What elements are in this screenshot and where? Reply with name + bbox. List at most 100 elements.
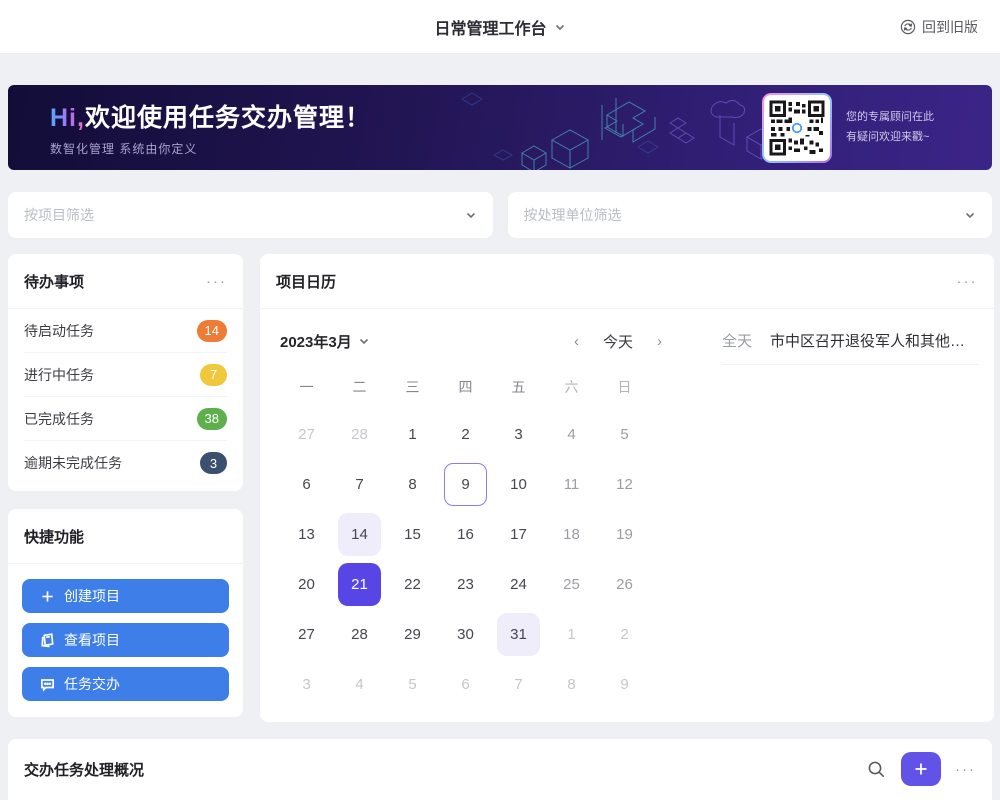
calendar-day-22[interactable]: 22 [386, 559, 439, 609]
add-task-button[interactable] [901, 752, 941, 786]
quick-actions-card: 快捷功能 创建项目查看项目任务交办 [8, 509, 243, 717]
count-badge: 14 [197, 320, 227, 342]
calendar-day-3[interactable]: 3 [280, 659, 333, 709]
month-selector[interactable]: 2023年3月 [280, 331, 370, 352]
calendar-day-25[interactable]: 25 [545, 559, 598, 609]
calendar-day-15[interactable]: 15 [386, 509, 439, 559]
calendar-day-10[interactable]: 10 [492, 459, 545, 509]
day-number: 25 [550, 563, 593, 606]
calendar-day-2[interactable]: 2 [598, 609, 651, 659]
back-to-old-label: 回到旧版 [922, 17, 978, 37]
quick-button-3[interactable]: 任务交办 [22, 667, 229, 701]
calendar-day-27[interactable]: 27 [280, 409, 333, 459]
weekday-header: 四 [439, 365, 492, 409]
today-button[interactable]: 今天 [603, 331, 633, 352]
calendar-day-18[interactable]: 18 [545, 509, 598, 559]
calendar-day-8[interactable]: 8 [386, 459, 439, 509]
calendar-event[interactable]: 全天 市中区召开退役军人和其他优抚... [722, 317, 978, 365]
todo-item-label: 已完成任务 [24, 409, 94, 429]
calendar-day-1[interactable]: 1 [386, 409, 439, 459]
calendar-day-19[interactable]: 19 [598, 509, 651, 559]
project-filter-placeholder: 按项目筛选 [24, 205, 94, 225]
plus-icon [913, 761, 929, 777]
calendar-day-26[interactable]: 26 [598, 559, 651, 609]
calendar-day-5[interactable]: 5 [386, 659, 439, 709]
calendar-day-12[interactable]: 12 [598, 459, 651, 509]
calendar-day-30[interactable]: 30 [439, 609, 492, 659]
calendar-day-6[interactable]: 6 [280, 459, 333, 509]
day-number: 3 [285, 663, 328, 706]
welcome-banner: Hi,欢迎使用任务交办管理！ 数智化管理 系统由你定义 [8, 85, 992, 170]
day-number: 15 [391, 513, 434, 556]
qr-caption: 您的专属顾问在此 有疑问欢迎来戳~ [846, 108, 934, 148]
calendar-day-29[interactable]: 29 [386, 609, 439, 659]
quick-button-1[interactable]: 创建项目 [22, 579, 229, 613]
calendar-day-7[interactable]: 7 [333, 459, 386, 509]
todo-item[interactable]: 进行中任务7 [24, 353, 227, 397]
todo-more-button[interactable]: ··· [206, 274, 227, 289]
count-badge: 38 [197, 408, 227, 430]
todo-item[interactable]: 逾期未完成任务3 [24, 441, 227, 485]
event-title: 市中区召开退役军人和其他优抚... [770, 330, 978, 351]
calendar-day-8[interactable]: 8 [545, 659, 598, 709]
calendar-day-21[interactable]: 21 [333, 559, 386, 609]
calendar-day-31[interactable]: 31 [492, 609, 545, 659]
calendar-day-14[interactable]: 14 [333, 509, 386, 559]
day-number: 2 [444, 413, 487, 456]
todo-item[interactable]: 已完成任务 38 [24, 397, 227, 441]
calendar-day-13[interactable]: 13 [280, 509, 333, 559]
calendar-day-9[interactable]: 9 [439, 459, 492, 509]
calendar-day-24[interactable]: 24 [492, 559, 545, 609]
next-month-button[interactable]: › [657, 333, 662, 350]
consultant-qr-code[interactable] [762, 93, 832, 163]
calendar-day-4[interactable]: 4 [333, 659, 386, 709]
calendar-day-4[interactable]: 4 [545, 409, 598, 459]
calendar-day-6[interactable]: 6 [439, 659, 492, 709]
todo-item-label: 待启动任务 [24, 321, 94, 341]
day-number: 20 [285, 563, 328, 606]
day-number: 6 [444, 663, 487, 706]
quick-button-2[interactable]: 查看项目 [22, 623, 229, 657]
calendar-day-7[interactable]: 7 [492, 659, 545, 709]
calendar-day-28[interactable]: 28 [333, 409, 386, 459]
day-number: 2 [603, 613, 646, 656]
weekday-header: 三 [386, 365, 439, 409]
calendar-day-5[interactable]: 5 [598, 409, 651, 459]
unit-filter-select[interactable]: 按处理单位筛选 [508, 192, 993, 238]
calendar-day-23[interactable]: 23 [439, 559, 492, 609]
day-number: 18 [550, 513, 593, 556]
workspace-switcher[interactable]: 日常管理工作台 [434, 15, 565, 39]
back-to-old-version-button[interactable]: 回到旧版 [900, 17, 978, 37]
chevron-down-icon [358, 335, 370, 347]
calendar-day-17[interactable]: 17 [492, 509, 545, 559]
day-number: 4 [550, 413, 593, 456]
switch-version-icon [900, 19, 916, 35]
calendar-day-11[interactable]: 11 [545, 459, 598, 509]
prev-month-button[interactable]: ‹ [574, 333, 579, 350]
calendar-day-27[interactable]: 27 [280, 609, 333, 659]
day-number: 29 [391, 613, 434, 656]
calendar-day-28[interactable]: 28 [333, 609, 386, 659]
calendar-day-9[interactable]: 9 [598, 659, 651, 709]
project-filter-select[interactable]: 按项目筛选 [8, 192, 493, 238]
calendar-day-2[interactable]: 2 [439, 409, 492, 459]
chevron-down-icon [465, 209, 477, 221]
day-number: 27 [285, 613, 328, 656]
calendar-more-button[interactable]: ··· [957, 274, 978, 289]
count-badge: 7 [200, 364, 227, 386]
calendar-day-20[interactable]: 20 [280, 559, 333, 609]
search-button[interactable] [865, 758, 887, 780]
quick-button-label: 任务交办 [64, 674, 120, 694]
overview-more-button[interactable]: ··· [955, 762, 976, 777]
calendar-day-16[interactable]: 16 [439, 509, 492, 559]
calendar-day-3[interactable]: 3 [492, 409, 545, 459]
day-number: 30 [444, 613, 487, 656]
day-number: 1 [391, 413, 434, 456]
calendar-card-title: 项目日历 [276, 271, 336, 292]
todo-item[interactable]: 待启动任务 14 [24, 309, 227, 353]
day-number: 14 [338, 513, 381, 556]
todo-list: 待启动任务 14 进行中任务7 已完成任务 38 逾期未完成任务3 [8, 309, 243, 491]
calendar-day-1[interactable]: 1 [545, 609, 598, 659]
plus-icon [40, 589, 55, 604]
day-number: 13 [285, 513, 328, 556]
